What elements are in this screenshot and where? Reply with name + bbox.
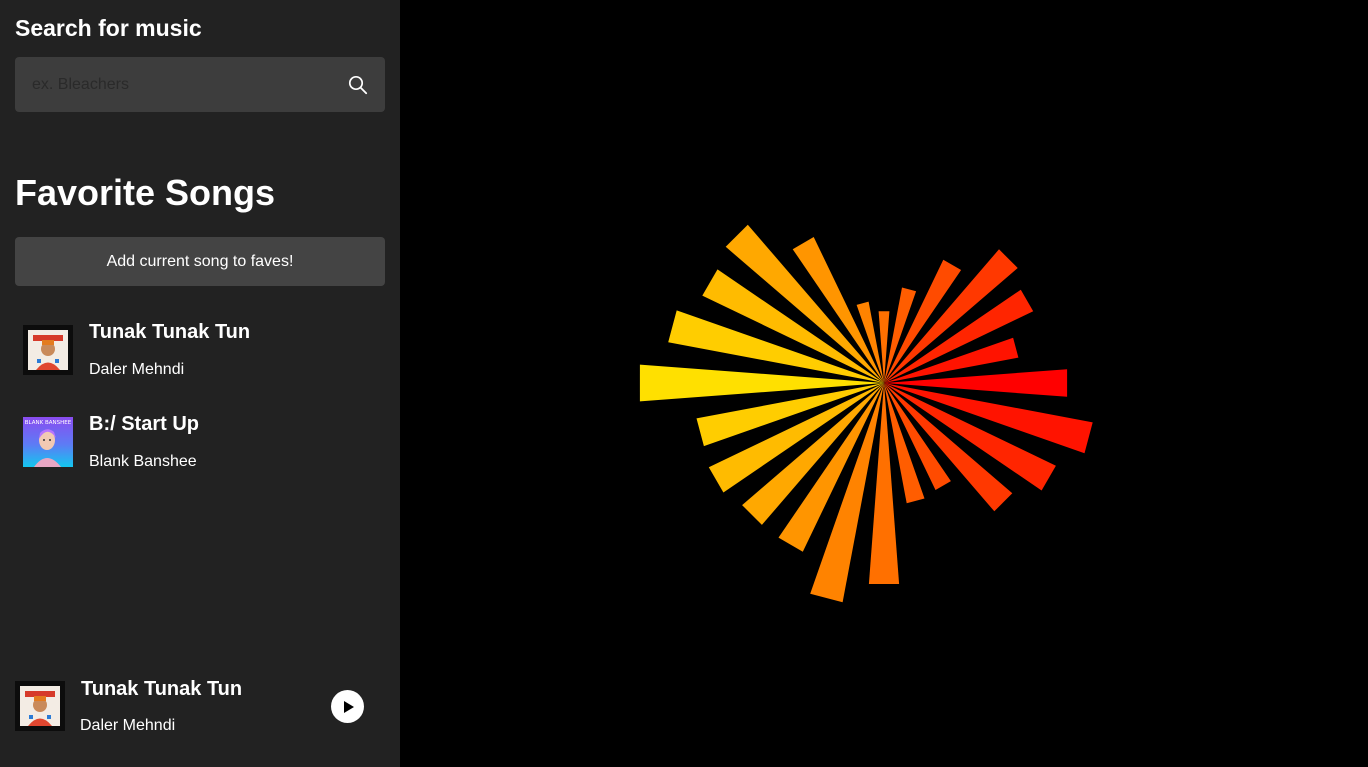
album-cover-icon: BLANK BANSHEE (23, 417, 73, 467)
now-playing-bar: Tunak Tunak Tun Daler Mehndi (15, 677, 385, 739)
now-playing-artist: Daler Mehndi (80, 717, 176, 734)
song-title: B:/ Start Up (89, 413, 199, 435)
song-artist: Blank Banshee (89, 453, 197, 470)
visualizer-bar (884, 369, 1068, 397)
album-cover-text: BLANK BANSHEE (25, 420, 72, 426)
song-title: Tunak Tunak Tun (89, 321, 251, 343)
album-cover-icon (23, 325, 73, 375)
play-icon (343, 700, 354, 713)
visualizer-bar (639, 364, 884, 402)
search-heading: Search for music (15, 15, 202, 41)
search-input[interactable] (15, 57, 335, 112)
now-playing-title: Tunak Tunak Tun (81, 678, 243, 700)
app: Search for music Favorite Songs Add curr… (0, 0, 1368, 767)
song-artist: Daler Mehndi (89, 361, 185, 378)
now-playing-cover-icon (15, 681, 65, 731)
visualizer-bar (878, 311, 890, 383)
play-button[interactable] (331, 690, 364, 723)
search-icon[interactable] (348, 75, 368, 95)
add-to-favorites-button[interactable]: Add current song to faves! (15, 237, 385, 286)
favorite-song-item[interactable]: Tunak Tunak Tun Daler Mehndi (23, 320, 378, 380)
sidebar: Search for music Favorite Songs Add curr… (0, 0, 400, 767)
search-box (15, 57, 385, 112)
visualizer-canvas (639, 224, 1093, 603)
audio-visualizer (400, 0, 1368, 767)
favorite-song-item[interactable]: BLANK BANSHEE B:/ Start Up Blank Banshee (23, 412, 378, 472)
favorites-heading: Favorite Songs (15, 172, 276, 213)
